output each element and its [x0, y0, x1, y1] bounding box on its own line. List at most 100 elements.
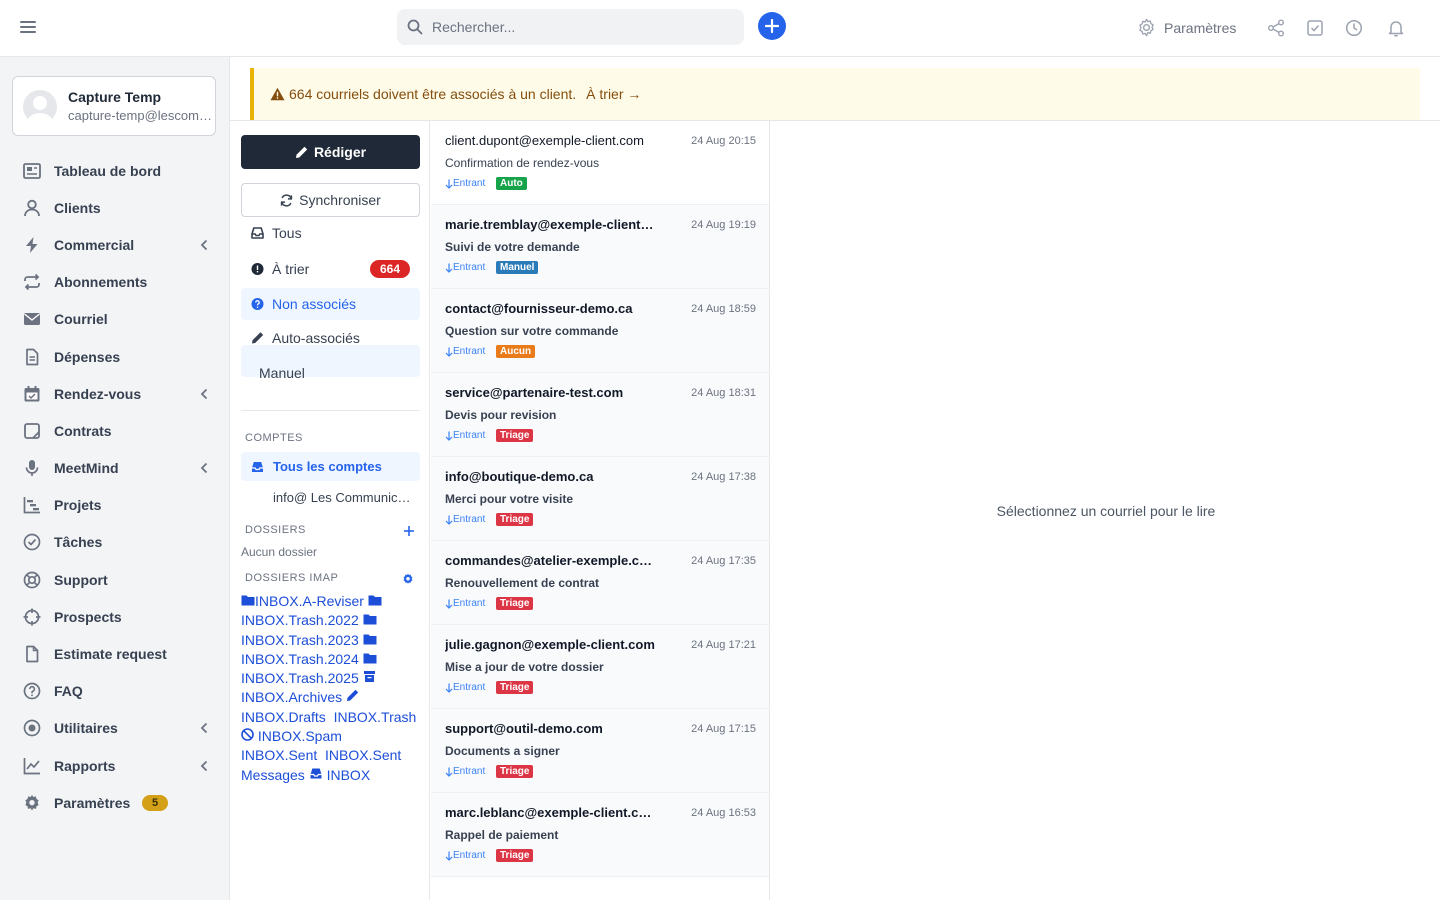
- gantt-icon: [22, 495, 42, 515]
- message-sender: service@partenaire-test.com: [445, 385, 624, 400]
- message-sender: marc.leblanc@exemple-client.com: [445, 805, 655, 820]
- arrow-down-icon: [445, 263, 453, 273]
- settings-link[interactable]: Paramètres: [1137, 18, 1236, 37]
- folder-filter-a-trier[interactable]: À trier 664: [241, 253, 420, 285]
- sidebar-item-rapports[interactable]: Rapports: [12, 747, 218, 784]
- imap-folder-link[interactable]: INBOX: [327, 767, 371, 783]
- folder-filter-non-associes[interactable]: Non associés: [241, 288, 420, 320]
- folder-filter-manuel[interactable]: Manuel: [241, 357, 420, 389]
- checkbox-icon[interactable]: [1306, 19, 1324, 37]
- message-subject: Rappel de paiement: [445, 828, 559, 842]
- sync-button[interactable]: Synchroniser: [241, 183, 420, 217]
- sidebar-item-meetmind[interactable]: MeetMind: [12, 450, 218, 487]
- message-list: client.dupont@exemple-client.com 24 Aug …: [431, 121, 770, 900]
- bell-icon[interactable]: [1387, 19, 1405, 37]
- sidebar-item-clients[interactable]: Clients: [12, 189, 218, 226]
- sidebar-item-courriel[interactable]: Courriel: [12, 301, 218, 338]
- count-badge: 664: [369, 260, 410, 278]
- imap-folder-link[interactable]: INBOX.Trash.2023: [241, 632, 359, 648]
- folder-filter-tous[interactable]: Tous: [241, 217, 420, 249]
- imap-folder-link[interactable]: INBOX.Trash: [334, 709, 417, 725]
- bolt-icon: [22, 235, 42, 255]
- sidebar-item-label: Dépenses: [54, 348, 121, 365]
- search-icon: [407, 19, 423, 35]
- folder-filter-auto-associes[interactable]: Auto-associés: [241, 322, 420, 354]
- clock-icon[interactable]: [1345, 19, 1363, 37]
- all-accounts-item[interactable]: Tous les comptes: [241, 452, 420, 481]
- lifebuoy-icon: [22, 570, 42, 590]
- folder-icon: [363, 634, 377, 645]
- imap-folder-link[interactable]: INBOX.Archives: [241, 689, 342, 705]
- sidebar-item-abonnements[interactable]: Abonnements: [12, 264, 218, 301]
- sidebar-item-commercial[interactable]: Commercial: [12, 226, 218, 263]
- calendar-icon: [22, 384, 42, 404]
- search-box[interactable]: [397, 9, 744, 45]
- gear-icon: [22, 793, 42, 813]
- sidebar-item-estimate-request[interactable]: Estimate request: [12, 635, 218, 672]
- reader-empty-text: Sélectionnez un courriel pour le lire: [996, 502, 1216, 519]
- message-reader: Sélectionnez un courriel pour le lire: [771, 121, 1440, 900]
- sidebar-item-rendez-vous[interactable]: Rendez-vous: [12, 375, 218, 412]
- sidebar-item-tableau-de-bord[interactable]: Tableau de bord: [12, 152, 218, 189]
- message-row[interactable]: support@outil-demo.com 24 Aug 17:15 Docu…: [431, 709, 769, 793]
- imap-folder-link[interactable]: INBOX.Trash.2022: [241, 612, 359, 628]
- unassigned-alert: 664 courriels doivent être associés à un…: [250, 68, 1420, 120]
- share-icon[interactable]: [1267, 19, 1285, 37]
- sidebar-item-support[interactable]: Support: [12, 561, 218, 598]
- message-sender: commandes@atelier-exemple.com: [445, 553, 655, 568]
- message-row[interactable]: client.dupont@exemple-client.com 24 Aug …: [431, 121, 769, 205]
- sidebar-item-parametres[interactable]: Paramètres 5: [12, 784, 218, 821]
- message-row[interactable]: marie.tremblay@exemple-client.com 24 Aug…: [431, 205, 769, 289]
- sidebar-item-prospects[interactable]: Prospects: [12, 598, 218, 635]
- exclamation-circle-icon: [251, 263, 264, 276]
- sidebar-item-label: Abonnements: [54, 274, 148, 291]
- sort-link[interactable]: À trier →: [586, 86, 641, 102]
- sidebar-item-depenses[interactable]: Dépenses: [12, 338, 218, 375]
- message-sender: info@boutique-demo.ca: [445, 469, 594, 484]
- gear-icon[interactable]: [402, 573, 414, 585]
- message-subject: Merci pour votre visite: [445, 492, 574, 506]
- sidebar-item-utilitaires[interactable]: Utilitaires: [12, 710, 218, 747]
- add-folder-icon[interactable]: [403, 525, 415, 537]
- compose-button[interactable]: Rédiger: [241, 135, 420, 169]
- sidebar-item-label: Tâches: [54, 534, 103, 551]
- sidebar-nav: Tableau de bord Clients Commercial Abonn…: [12, 152, 218, 821]
- quick-add-button[interactable]: [758, 12, 786, 40]
- imap-folder-link[interactable]: INBOX.A-Reviser: [255, 593, 364, 609]
- arrow-down-icon: [445, 347, 453, 357]
- user-profile-card[interactable]: Capture Temp capture-temp@lescommunicati…: [12, 76, 216, 136]
- message-date: 24 Aug 17:15: [691, 723, 756, 735]
- message-subject: Suivi de votre demande: [445, 240, 580, 254]
- menu-toggle-icon[interactable]: [20, 21, 36, 35]
- imap-folder-link[interactable]: INBOX.Spam: [258, 728, 342, 744]
- inbox-icon: [251, 227, 264, 240]
- imap-folder-link[interactable]: INBOX.Sent: [241, 747, 317, 763]
- imap-folder-link[interactable]: INBOX.Drafts: [241, 709, 326, 725]
- message-direction: Entrant: [445, 262, 485, 273]
- sidebar-item-taches[interactable]: Tâches: [12, 524, 218, 561]
- imap-folder-link[interactable]: INBOX.Trash.2025: [241, 670, 359, 686]
- message-tag: Triage: [496, 681, 534, 694]
- sidebar-item-faq[interactable]: FAQ: [12, 673, 218, 710]
- sidebar-item-projets[interactable]: Projets: [12, 487, 218, 524]
- message-row[interactable]: contact@fournisseur-demo.ca 24 Aug 18:59…: [431, 289, 769, 373]
- message-subject: Documents a signer: [445, 744, 560, 758]
- message-subject: Renouvellement de contrat: [445, 576, 600, 590]
- message-row[interactable]: info@boutique-demo.ca 24 Aug 17:38 Merci…: [431, 457, 769, 541]
- email-main-panel: 664 courriels doivent être associés à un…: [229, 57, 1440, 900]
- question-icon: [22, 681, 42, 701]
- account-item[interactable]: info@ Les Communications: [241, 483, 420, 512]
- message-row[interactable]: commandes@atelier-exemple.com 24 Aug 17:…: [431, 541, 769, 625]
- sidebar-item-label: Contrats: [54, 422, 112, 439]
- message-row[interactable]: service@partenaire-test.com 24 Aug 18:31…: [431, 373, 769, 457]
- message-subject: Confirmation de rendez-vous: [445, 156, 600, 170]
- search-input[interactable]: [432, 9, 732, 45]
- imap-folder-link[interactable]: INBOX.Trash.2024: [241, 651, 359, 667]
- pencil-icon: [251, 332, 264, 345]
- contract-icon: [22, 421, 42, 441]
- plus-icon: [765, 19, 779, 33]
- arrow-down-icon: [445, 431, 453, 441]
- message-row[interactable]: marc.leblanc@exemple-client.com 24 Aug 1…: [431, 793, 769, 877]
- sidebar-item-contrats[interactable]: Contrats: [12, 412, 218, 449]
- message-row[interactable]: julie.gagnon@exemple-client.com 24 Aug 1…: [431, 625, 769, 709]
